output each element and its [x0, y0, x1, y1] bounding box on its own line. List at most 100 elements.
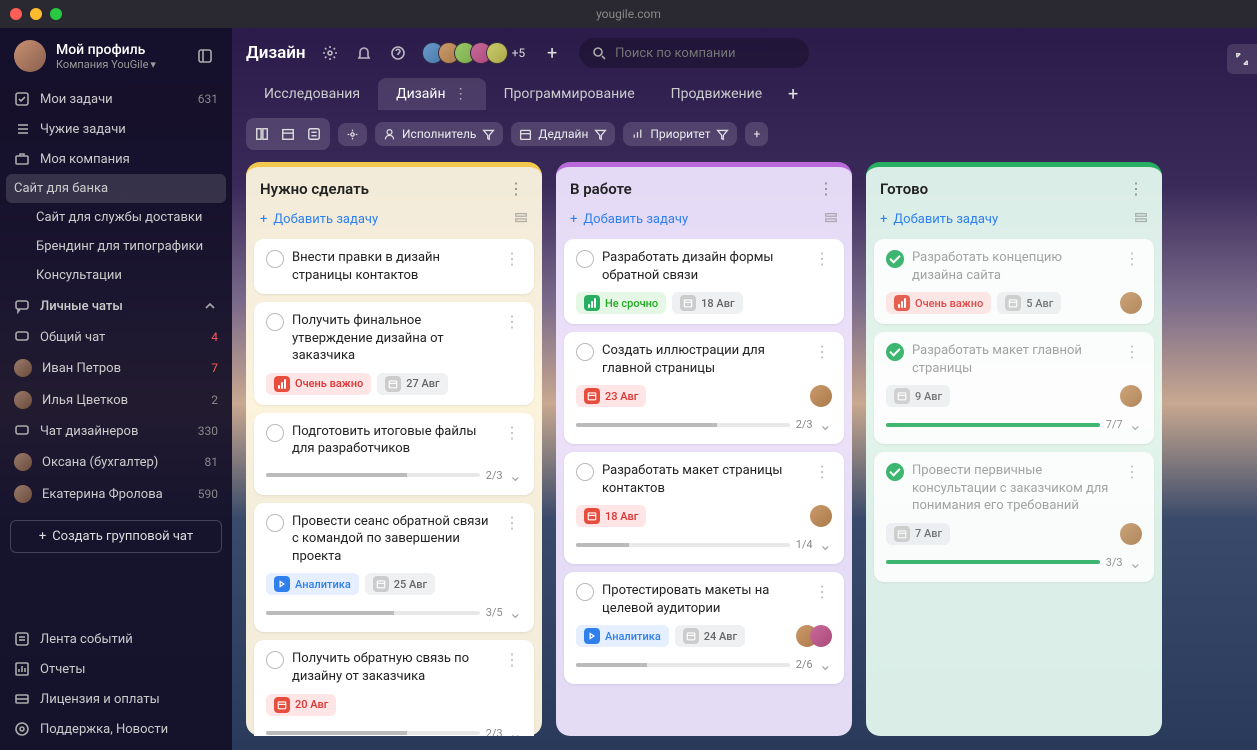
chats-section-header[interactable]: Личные чаты	[0, 290, 232, 322]
task-checkbox[interactable]	[576, 250, 594, 268]
task-card[interactable]: Разработать дизайн формы обратной связи …	[564, 239, 844, 324]
task-card[interactable]: Внести правки в дизайн страницы контакто…	[254, 239, 534, 294]
add-tab-button[interactable]: +	[780, 81, 806, 107]
search-box[interactable]	[579, 38, 809, 68]
task-card[interactable]: Провести сеанс обратной связи с командой…	[254, 503, 534, 633]
chevron-down-icon[interactable]: ⌄	[509, 603, 522, 622]
column-menu-button[interactable]: ⋮	[504, 177, 528, 200]
filter-assignee[interactable]: Исполнитель	[375, 122, 503, 146]
chat-item[interactable]: Оксана (бухгалтер)81	[0, 446, 232, 478]
card-menu-button[interactable]: ⋮	[812, 582, 832, 617]
settings-icon[interactable]	[320, 43, 340, 63]
column-menu-button[interactable]: ⋮	[1124, 177, 1148, 200]
expand-button[interactable]	[1227, 44, 1257, 74]
card-menu-button[interactable]: ⋮	[502, 650, 522, 685]
chevron-down-icon[interactable]: ⌄	[819, 415, 832, 434]
calendar-view-button[interactable]	[275, 121, 301, 147]
add-task-button[interactable]: +Добавить задачу	[880, 212, 1126, 227]
task-card[interactable]: Подготовить итоговые файлы для разработч…	[254, 413, 534, 495]
create-group-chat-button[interactable]: + Создать групповой чат	[10, 520, 222, 553]
card-menu-button[interactable]: ⋮	[502, 312, 522, 365]
card-menu-button[interactable]: ⋮	[812, 249, 832, 284]
card-menu-button[interactable]: ⋮	[1122, 249, 1142, 284]
column-menu-button[interactable]: ⋮	[814, 177, 838, 200]
chevron-down-icon[interactable]: ⌄	[1129, 553, 1142, 572]
chevron-down-icon[interactable]: ⌄	[819, 535, 832, 554]
nav-license[interactable]: Лицензия и оплаты	[0, 684, 232, 714]
close-window-button[interactable]	[10, 8, 22, 20]
bell-icon[interactable]	[354, 43, 374, 63]
column-settings-button[interactable]	[1134, 210, 1148, 229]
search-input[interactable]	[615, 46, 797, 61]
task-card[interactable]: Разработать макет страницы контактов ⋮ 1…	[564, 452, 844, 564]
task-card[interactable]: Получить финальное утверждение дизайна о…	[254, 302, 534, 405]
task-checkbox[interactable]	[886, 463, 904, 481]
chevron-down-icon[interactable]: ⌄	[819, 655, 832, 674]
board-tab[interactable]: Продвижение	[653, 78, 780, 110]
card-menu-button[interactable]: ⋮	[502, 249, 522, 284]
chevron-down-icon[interactable]: ⌄	[509, 466, 522, 485]
add-task-button[interactable]: +Добавить задачу	[260, 212, 506, 227]
nav-help[interactable]: Поддержка, Новости	[0, 714, 232, 744]
add-filter-button[interactable]: +	[745, 122, 768, 146]
project-item[interactable]: Сайт для банка	[6, 174, 226, 203]
task-card[interactable]: Разработать концепцию дизайна сайта ⋮ Оч…	[874, 239, 1154, 324]
chat-item[interactable]: Чат дизайнеров330	[0, 416, 232, 446]
filter-deadline[interactable]: Дедлайн	[511, 122, 615, 146]
task-checkbox[interactable]	[266, 651, 284, 669]
task-checkbox[interactable]	[266, 424, 284, 442]
task-card[interactable]: Разработать макет главной страницы ⋮ 9 А…	[874, 332, 1154, 444]
filter-priority[interactable]: Приоритет	[623, 122, 737, 146]
chat-item[interactable]: Общий чат4	[0, 322, 232, 352]
chat-item[interactable]: Екатерина Фролова590	[0, 478, 232, 510]
task-checkbox[interactable]	[576, 463, 594, 481]
card-menu-button[interactable]: ⋮	[502, 513, 522, 566]
column-settings-button[interactable]	[514, 210, 528, 229]
minimize-window-button[interactable]	[30, 8, 42, 20]
card-menu-button[interactable]: ⋮	[812, 342, 832, 377]
nav-my-tasks[interactable]: Мои задачи 631	[0, 84, 232, 114]
task-checkbox[interactable]	[886, 250, 904, 268]
panel-toggle-button[interactable]	[192, 43, 218, 69]
task-checkbox[interactable]	[576, 343, 594, 361]
task-checkbox[interactable]	[266, 313, 284, 331]
board-tab[interactable]: Программирование	[486, 78, 653, 110]
nav-report[interactable]: Отчеты	[0, 654, 232, 684]
nav-my-company[interactable]: Моя компания	[0, 144, 232, 174]
task-checkbox[interactable]	[886, 343, 904, 361]
board-view-button[interactable]	[249, 121, 275, 147]
help-icon[interactable]	[388, 43, 408, 63]
tab-menu-icon[interactable]: ⋮	[454, 86, 468, 102]
board-tab[interactable]: Исследования	[246, 78, 378, 110]
add-task-button[interactable]: +Добавить задачу	[570, 212, 816, 227]
profile-section[interactable]: Мой профиль Компания YouGile▾	[0, 28, 232, 84]
filter-settings-button[interactable]	[338, 123, 367, 146]
board-tab[interactable]: Дизайн⋮	[378, 78, 486, 110]
project-item[interactable]: Сайт для службы доставки	[0, 203, 232, 232]
list-view-button[interactable]	[301, 121, 327, 147]
project-item[interactable]: Консультации	[0, 261, 232, 290]
column-settings-button[interactable]	[824, 210, 838, 229]
chevron-down-icon[interactable]: ⌄	[1129, 415, 1142, 434]
add-member-button[interactable]: +	[539, 40, 565, 66]
task-card[interactable]: Создать иллюстрации для главной страницы…	[564, 332, 844, 444]
card-menu-button[interactable]: ⋮	[502, 423, 522, 458]
task-checkbox[interactable]	[266, 514, 284, 532]
nav-others-tasks[interactable]: Чужие задачи	[0, 114, 232, 144]
date-pill: 5 Авг	[997, 292, 1061, 314]
maximize-window-button[interactable]	[50, 8, 62, 20]
task-checkbox[interactable]	[266, 250, 284, 268]
card-menu-button[interactable]: ⋮	[1122, 342, 1142, 377]
chat-item[interactable]: Илья Цветков2	[0, 384, 232, 416]
chevron-down-icon[interactable]: ⌄	[509, 724, 522, 736]
member-avatars[interactable]: +5	[422, 42, 526, 64]
task-card[interactable]: Протестировать макеты на целевой аудитор…	[564, 572, 844, 684]
project-item[interactable]: Брендинг для типографики	[0, 232, 232, 261]
nav-feed[interactable]: Лента событий	[0, 624, 232, 654]
card-menu-button[interactable]: ⋮	[1122, 462, 1142, 515]
task-card[interactable]: Получить обратную связь по дизайну от за…	[254, 640, 534, 736]
card-menu-button[interactable]: ⋮	[812, 462, 832, 497]
task-card[interactable]: Провести первичные консультации с заказч…	[874, 452, 1154, 582]
task-checkbox[interactable]	[576, 583, 594, 601]
chat-item[interactable]: Иван Петров7	[0, 352, 232, 384]
